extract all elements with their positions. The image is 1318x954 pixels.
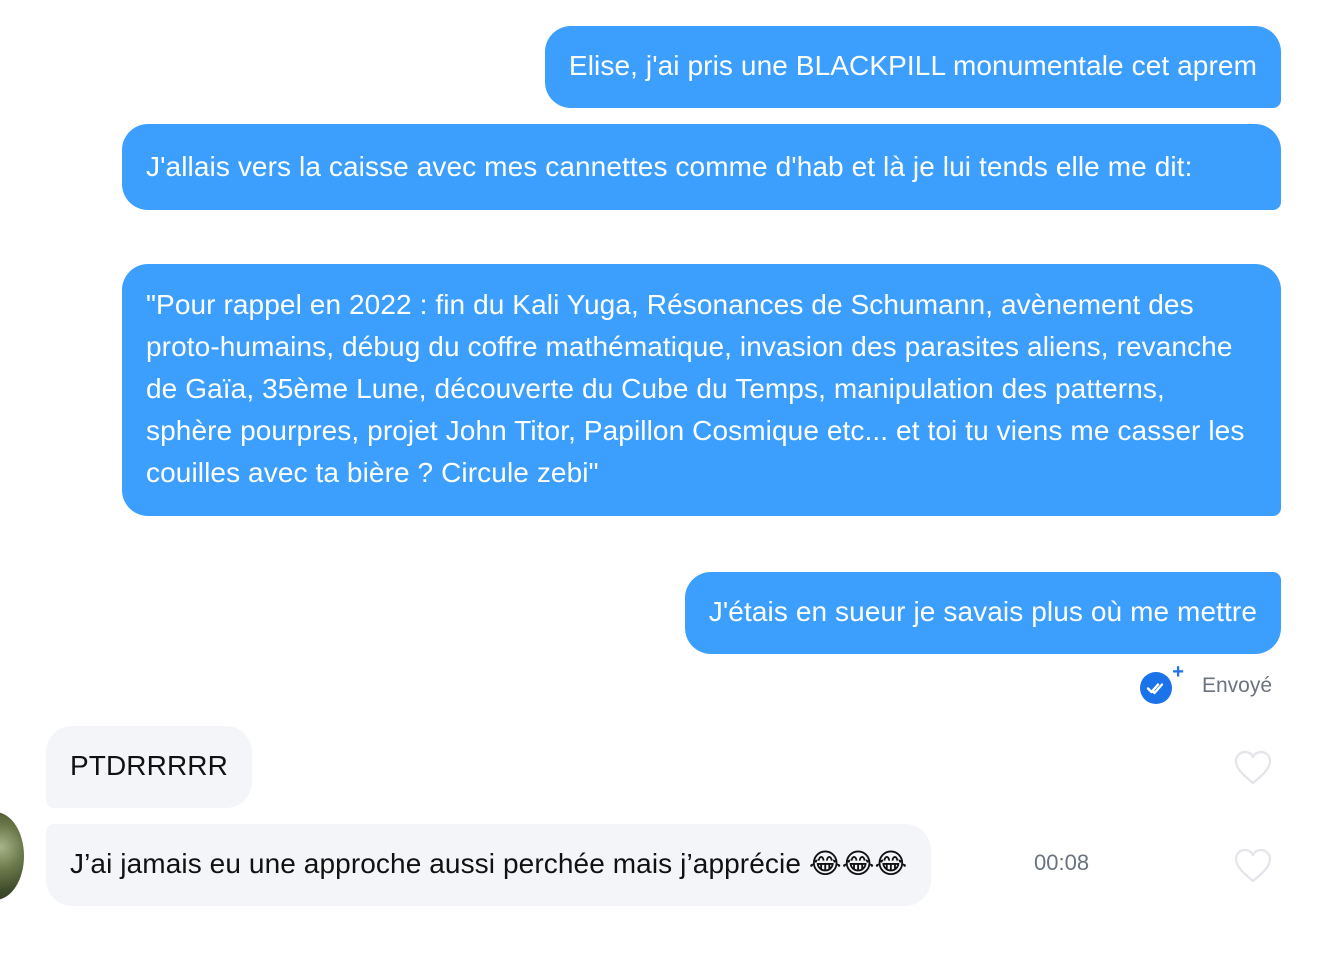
sent-message[interactable]: "Pour rappel en 2022 : fin du Kali Yuga,… [122, 264, 1281, 516]
sent-message[interactable]: J'étais en sueur je savais plus où me me… [684, 572, 1281, 654]
received-message[interactable]: PTDRRRRR [46, 726, 252, 808]
sent-message[interactable]: Elise, j'ai pris une BLACKPILL monumenta… [544, 26, 1281, 108]
avatar[interactable] [0, 812, 24, 900]
message-text: J'allais vers la caisse avec mes cannett… [146, 151, 1193, 182]
double-check-plus-icon: + [1139, 662, 1184, 704]
sent-message[interactable]: J'allais vers la caisse avec mes cannett… [122, 124, 1281, 210]
chat-thread: Elise, j'ai pris une BLACKPILL monumenta… [0, 0, 1318, 954]
received-message[interactable]: J’ai jamais eu une approche aussi perché… [46, 824, 932, 906]
message-text: Elise, j'ai pris une BLACKPILL monumenta… [568, 50, 1257, 81]
delivery-status: + Envoyé [1139, 662, 1272, 704]
laughing-emoji: 😂😂😂 [808, 847, 908, 880]
message-timestamp: 00:08 [1034, 850, 1090, 875]
heart-icon[interactable] [1234, 848, 1272, 884]
status-label: Envoyé [1201, 674, 1272, 697]
message-text: PTDRRRRR [70, 750, 228, 781]
message-text: "Pour rappel en 2022 : fin du Kali Yuga,… [146, 289, 1245, 488]
heart-icon[interactable] [1234, 750, 1272, 786]
message-text: J’ai jamais eu une approche aussi perché… [70, 848, 801, 879]
message-text: J'étais en sueur je savais plus où me me… [708, 596, 1257, 627]
